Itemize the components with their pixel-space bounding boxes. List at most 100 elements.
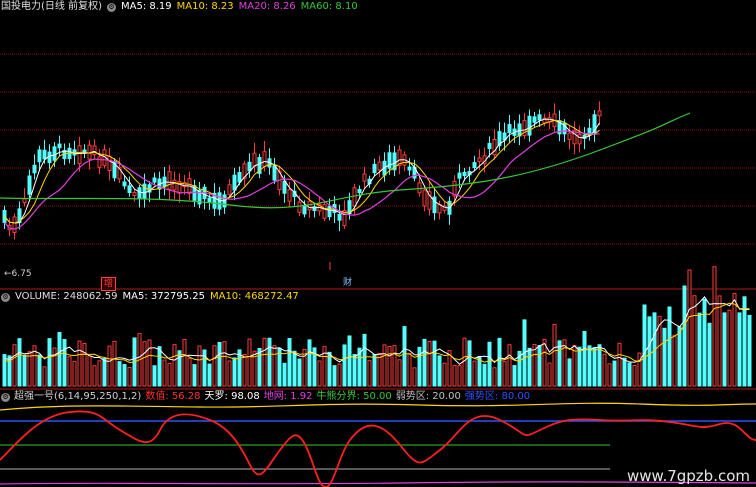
candle-body xyxy=(357,188,362,194)
volume-bar xyxy=(502,361,507,387)
volume-bar xyxy=(292,350,297,387)
candlesticks xyxy=(2,101,602,240)
candle-body xyxy=(362,173,367,182)
volume-bar xyxy=(102,357,107,387)
volume-bar xyxy=(577,346,582,387)
volume-bar xyxy=(452,365,457,387)
candle-body xyxy=(42,149,47,160)
volume-bar xyxy=(567,358,572,387)
candle-body xyxy=(37,149,42,163)
volume-bar xyxy=(512,365,517,387)
settings-circle-icon[interactable]: ⚙ xyxy=(1,292,10,302)
volume-bar xyxy=(642,304,647,387)
volume-bar xyxy=(222,341,227,387)
volume-bar xyxy=(417,346,422,387)
volume-bar xyxy=(557,340,562,387)
volume-bar xyxy=(742,296,747,387)
volume-bar xyxy=(707,322,712,387)
volume-bar xyxy=(227,360,232,387)
volume-bar xyxy=(717,295,722,387)
candle-body xyxy=(127,185,132,194)
volume-bar xyxy=(282,362,287,387)
candle-body xyxy=(287,189,292,202)
volume-bar xyxy=(687,269,692,387)
volume-bar xyxy=(632,364,637,387)
volume-bar xyxy=(92,365,97,387)
candle-body xyxy=(597,110,602,117)
tag-fin[interactable]: 财 xyxy=(341,277,354,289)
volume-bar xyxy=(257,348,262,387)
candle-body xyxy=(577,134,582,145)
tianluo-label: 天罗: 98.08 xyxy=(204,391,260,402)
volume-bar xyxy=(37,354,42,387)
candle-body xyxy=(92,145,97,156)
volume-bar xyxy=(712,266,717,387)
volume-bar xyxy=(367,360,372,387)
volume-bar xyxy=(12,344,17,387)
stock-chart-canvas[interactable] xyxy=(0,0,756,487)
volume-bar xyxy=(272,345,277,387)
volume-bar xyxy=(647,316,652,387)
volume-bar xyxy=(297,358,302,387)
volume-bar xyxy=(392,345,397,387)
volume-bar xyxy=(62,339,67,387)
volume-bar xyxy=(352,354,357,387)
candle-body xyxy=(227,184,232,195)
volume-bar xyxy=(697,312,702,387)
candle-body xyxy=(152,177,157,183)
ma20-label: MA20: 8.26 xyxy=(238,1,296,12)
candle-body xyxy=(372,163,377,174)
volume-bar xyxy=(107,345,112,387)
volume-bar xyxy=(162,359,167,387)
volume-bar xyxy=(692,295,697,387)
volume-bar xyxy=(457,365,462,387)
volume-bar xyxy=(387,345,392,387)
candle-body xyxy=(237,172,242,183)
candle-body xyxy=(122,181,127,187)
candle-body xyxy=(457,172,462,179)
volume-bar xyxy=(47,338,52,387)
volume-bar xyxy=(142,341,147,387)
volume-bar xyxy=(342,344,347,387)
candle-body xyxy=(262,151,267,167)
watermark: www.7gpzb.com xyxy=(627,467,750,485)
volume-bar xyxy=(597,344,602,387)
candle-body xyxy=(32,164,37,174)
volume-header: ⚙ VOLUME: 248062.59 MA5: 372795.25 MA10:… xyxy=(0,290,299,304)
tag-add[interactable]: 增 xyxy=(101,277,117,291)
candle-body xyxy=(377,161,382,171)
volume-bar xyxy=(607,363,612,387)
candle-body xyxy=(132,191,137,196)
volume-bar xyxy=(197,345,202,387)
volume-bar xyxy=(527,347,532,387)
candle-body xyxy=(137,187,142,199)
volume-bar xyxy=(122,364,127,387)
volume-bar xyxy=(172,344,177,387)
volume-bar xyxy=(177,350,182,387)
volume-bar xyxy=(152,365,157,387)
volume-bar xyxy=(337,363,342,387)
volume-bar xyxy=(262,337,267,387)
candle-body xyxy=(172,179,177,191)
volume-bar xyxy=(52,347,57,387)
volume-ma5-label: MA5: 372795.25 xyxy=(122,291,205,302)
ma10-line xyxy=(4,119,600,224)
price-grid xyxy=(0,53,756,245)
candle-body xyxy=(97,156,102,168)
volume-bar xyxy=(532,343,537,387)
volume-bar xyxy=(732,293,737,387)
volume-bar xyxy=(212,345,217,387)
volume-bar xyxy=(117,361,122,387)
candle-body xyxy=(12,216,17,233)
volume-bar xyxy=(82,342,87,387)
settings-circle-icon[interactable]: ⚙ xyxy=(1,392,10,402)
volume-bar xyxy=(437,355,442,387)
candle-body xyxy=(537,114,542,121)
candle-body xyxy=(567,132,572,140)
volume-bar xyxy=(232,357,237,387)
candle-body xyxy=(327,205,332,218)
volume-bar xyxy=(287,337,292,387)
settings-circle-icon[interactable]: ⚙ xyxy=(106,2,116,12)
niuxiong-label: 牛熊分界: 50.00 xyxy=(316,391,392,402)
candle-body xyxy=(422,189,427,207)
